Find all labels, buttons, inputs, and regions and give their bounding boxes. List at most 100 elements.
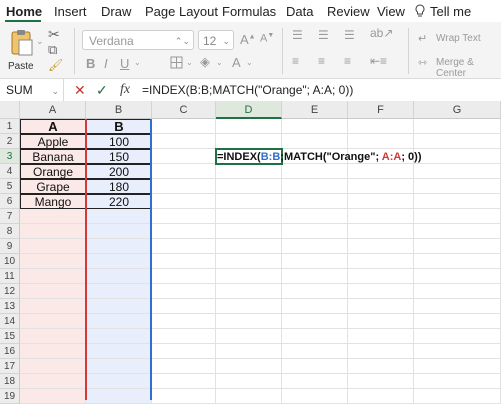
cell-f2[interactable] — [348, 134, 414, 149]
row-header-10[interactable]: 10 — [0, 254, 20, 269]
column-header-e[interactable]: E — [282, 101, 348, 119]
cell-f5[interactable] — [348, 179, 414, 194]
cell-g19[interactable] — [414, 389, 501, 404]
row-header-12[interactable]: 12 — [0, 284, 20, 299]
chevron-down-icon[interactable]: ⌄ — [216, 58, 223, 67]
fill-color-icon[interactable]: ◈ — [200, 54, 210, 70]
cell-g13[interactable] — [414, 299, 501, 314]
cell-d8[interactable] — [216, 224, 282, 239]
row-header-9[interactable]: 9 — [0, 239, 20, 254]
cell-g11[interactable] — [414, 269, 501, 284]
cell-b4[interactable]: 200 — [86, 164, 152, 179]
cell-f10[interactable] — [348, 254, 414, 269]
cell-g1[interactable] — [414, 119, 501, 134]
cell-f14[interactable] — [348, 314, 414, 329]
merge-center-button[interactable]: Merge & Center — [436, 57, 501, 79]
align-middle-icon[interactable]: ☰ — [318, 28, 329, 42]
column-header-d[interactable]: D — [216, 101, 282, 119]
cell-f4[interactable] — [348, 164, 414, 179]
column-header-a[interactable]: A — [20, 101, 86, 119]
cell-e10[interactable] — [282, 254, 348, 269]
cell-e15[interactable] — [282, 329, 348, 344]
wrap-text-icon[interactable]: ↵ — [418, 32, 427, 45]
cell-b6[interactable]: 220 — [86, 194, 152, 209]
cell-g9[interactable] — [414, 239, 501, 254]
increase-font-icon[interactable]: A▲ — [240, 32, 256, 47]
cell-e12[interactable] — [282, 284, 348, 299]
cell-b15[interactable] — [86, 329, 152, 344]
format-painter-icon[interactable]: 🖌 — [48, 58, 63, 72]
cell-e9[interactable] — [282, 239, 348, 254]
cell-g6[interactable] — [414, 194, 501, 209]
paste-dropdown-icon[interactable]: ⌄ — [36, 36, 44, 47]
tab-data[interactable]: Data — [286, 4, 313, 19]
cell-e1[interactable] — [282, 119, 348, 134]
cell-c18[interactable] — [152, 374, 216, 389]
cell-a13[interactable] — [20, 299, 86, 314]
row-header-2[interactable]: 2 — [0, 134, 20, 149]
cell-c7[interactable] — [152, 209, 216, 224]
cell-d11[interactable] — [216, 269, 282, 284]
cell-a7[interactable] — [20, 209, 86, 224]
cell-c16[interactable] — [152, 344, 216, 359]
cell-f7[interactable] — [348, 209, 414, 224]
cell-d12[interactable] — [216, 284, 282, 299]
cell-a5[interactable]: Grape — [20, 179, 86, 194]
cell-a4[interactable]: Orange — [20, 164, 86, 179]
cell-e8[interactable] — [282, 224, 348, 239]
cell-e19[interactable] — [282, 389, 348, 404]
cell-b8[interactable] — [86, 224, 152, 239]
borders-icon[interactable] — [170, 56, 183, 74]
cell-c11[interactable] — [152, 269, 216, 284]
tab-formulas[interactable]: Formulas — [222, 4, 276, 19]
cell-d5[interactable] — [216, 179, 282, 194]
tab-home[interactable]: Home — [6, 4, 42, 19]
cell-b16[interactable] — [86, 344, 152, 359]
cell-f18[interactable] — [348, 374, 414, 389]
cell-e18[interactable] — [282, 374, 348, 389]
row-header-13[interactable]: 13 — [0, 299, 20, 314]
row-header-8[interactable]: 8 — [0, 224, 20, 239]
cell-c3[interactable] — [152, 149, 216, 164]
cell-d14[interactable] — [216, 314, 282, 329]
cell-b17[interactable] — [86, 359, 152, 374]
cell-a3[interactable]: Banana — [20, 149, 86, 164]
row-header-4[interactable]: 4 — [0, 164, 20, 179]
column-header-f[interactable]: F — [348, 101, 414, 119]
cell-a11[interactable] — [20, 269, 86, 284]
cell-g2[interactable] — [414, 134, 501, 149]
cell-f12[interactable] — [348, 284, 414, 299]
row-header-19[interactable]: 19 — [0, 389, 20, 404]
cell-g15[interactable] — [414, 329, 501, 344]
cell-e16[interactable] — [282, 344, 348, 359]
bold-icon[interactable]: B — [86, 56, 95, 71]
cell-d4[interactable] — [216, 164, 282, 179]
cell-e2[interactable] — [282, 134, 348, 149]
cell-e11[interactable] — [282, 269, 348, 284]
wrap-text-button[interactable]: Wrap Text — [436, 33, 481, 44]
row-header-14[interactable]: 14 — [0, 314, 20, 329]
cell-d9[interactable] — [216, 239, 282, 254]
row-header-3[interactable]: 3 — [0, 149, 20, 164]
column-header-b[interactable]: B — [86, 101, 152, 119]
cell-a2[interactable]: Apple — [20, 134, 86, 149]
cell-a10[interactable] — [20, 254, 86, 269]
chevron-down-icon[interactable]: ⌄ — [246, 58, 253, 67]
tab-insert[interactable]: Insert — [54, 4, 87, 19]
cell-d16[interactable] — [216, 344, 282, 359]
font-color-icon[interactable]: A — [232, 55, 241, 70]
cell-c9[interactable] — [152, 239, 216, 254]
cell-d15[interactable] — [216, 329, 282, 344]
cell-g8[interactable] — [414, 224, 501, 239]
cell-f13[interactable] — [348, 299, 414, 314]
cell-b14[interactable] — [86, 314, 152, 329]
row-header-17[interactable]: 17 — [0, 359, 20, 374]
cell-b7[interactable] — [86, 209, 152, 224]
align-center-icon[interactable]: ≡ — [318, 54, 325, 68]
cell-d7[interactable] — [216, 209, 282, 224]
cell-f1[interactable] — [348, 119, 414, 134]
cell-b5[interactable]: 180 — [86, 179, 152, 194]
cell-d19[interactable] — [216, 389, 282, 404]
cell-c10[interactable] — [152, 254, 216, 269]
cell-e5[interactable] — [282, 179, 348, 194]
